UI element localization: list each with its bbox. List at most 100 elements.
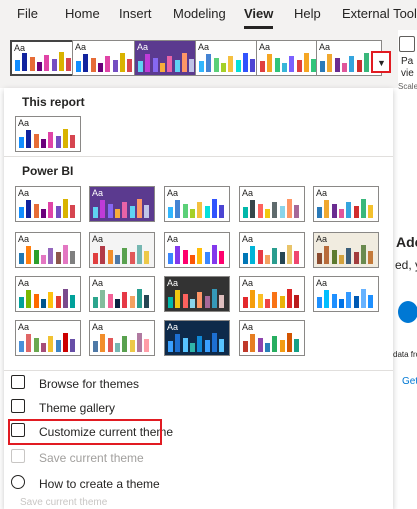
power-bi-theme-tile[interactable]: Aa [313, 276, 379, 312]
theme-preview-bars [243, 198, 301, 218]
theme-color-swatch [257, 250, 263, 264]
theme-preview-bars [317, 244, 375, 264]
theme-color-swatch [182, 250, 188, 264]
power-bi-theme-tile[interactable]: Aa [89, 232, 155, 268]
tab-help[interactable]: Help [294, 6, 321, 21]
how-to-create-theme-item[interactable]: How to create a theme [8, 472, 168, 496]
theme-color-swatch [70, 251, 76, 264]
theme-preview-label: Aa [259, 42, 271, 52]
theme-color-swatch [19, 253, 24, 264]
theme-color-swatch [129, 252, 135, 264]
theme-preview-bars [19, 128, 77, 148]
theme-strip-tile[interactable]: Aa [256, 40, 322, 76]
theme-color-swatch [353, 206, 359, 218]
theme-color-swatch [107, 250, 113, 264]
tab-file[interactable]: File [17, 6, 38, 21]
theme-color-swatch [338, 299, 344, 308]
theme-color-swatch [250, 290, 256, 308]
theme-preview-label: Aa [92, 188, 104, 198]
theme-color-swatch [219, 295, 225, 308]
theme-color-swatch [40, 255, 46, 264]
page-view-icon[interactable] [399, 36, 415, 52]
theme-strip-tile[interactable]: Aa [134, 40, 200, 76]
power-bi-theme-tile[interactable]: Aa [164, 320, 230, 356]
this-report-theme-tile[interactable]: Aa [15, 116, 81, 152]
power-bi-theme-tile[interactable]: Aa [239, 320, 305, 356]
theme-color-swatch [76, 61, 81, 72]
theme-color-swatch [114, 299, 120, 308]
folder-open-icon [11, 375, 25, 389]
power-bi-theme-tile[interactable]: Aa [239, 232, 305, 268]
theme-color-swatch [114, 255, 120, 264]
browse-for-themes-item[interactable]: Browse for themes [8, 372, 168, 396]
theme-preview-bars [168, 332, 226, 352]
theme-color-swatch [168, 341, 173, 352]
theme-color-swatch [26, 130, 32, 148]
theme-strip-tile[interactable]: Aa [195, 40, 261, 76]
power-bi-theme-tile[interactable]: Aa [164, 232, 230, 268]
power-bi-theme-tile[interactable]: Aa [15, 186, 81, 222]
theme-color-swatch [107, 204, 113, 218]
theme-preview-label: Aa [167, 188, 179, 198]
theme-color-swatch [260, 61, 265, 72]
theme-strip-tile[interactable]: Aa [10, 40, 76, 76]
theme-strip-tile[interactable]: Aa [72, 40, 138, 76]
theme-color-swatch [199, 61, 204, 72]
theme-color-swatch [228, 56, 234, 72]
get-link[interactable]: Get [402, 376, 417, 387]
sql-icon[interactable] [398, 301, 417, 323]
tab-home[interactable]: Home [65, 6, 100, 21]
power-bi-theme-tile[interactable]: Aa [239, 186, 305, 222]
theme-color-swatch [264, 209, 270, 218]
theme-color-swatch [62, 129, 68, 148]
theme-color-swatch [122, 248, 128, 264]
theme-preview-bars [93, 198, 151, 218]
theme-color-swatch [346, 248, 352, 264]
theme-color-swatch [286, 245, 292, 264]
theme-color-swatch [353, 296, 359, 308]
theme-color-swatch [279, 252, 285, 264]
theme-color-swatch [144, 205, 150, 218]
power-bi-theme-tile[interactable]: Aa [89, 186, 155, 222]
theme-preview-bars [320, 52, 378, 72]
tab-external-tools[interactable]: External Tools [342, 6, 417, 21]
power-bi-theme-tile[interactable]: Aa [313, 186, 379, 222]
theme-preview-bars [19, 244, 77, 264]
theme-color-swatch [175, 334, 181, 352]
divider [4, 156, 393, 157]
theme-color-swatch [83, 54, 89, 72]
power-bi-theme-tile[interactable]: Aa [15, 276, 81, 312]
theme-gallery-item[interactable]: Theme gallery [8, 396, 168, 420]
theme-color-swatch [243, 297, 248, 308]
power-bi-theme-tile[interactable]: Aa [164, 276, 230, 312]
theme-color-swatch [189, 343, 195, 352]
theme-color-swatch [243, 341, 248, 352]
theme-color-swatch [159, 63, 165, 72]
power-bi-theme-tile[interactable]: Aa [15, 320, 81, 356]
power-bi-theme-tile[interactable]: Aa [239, 276, 305, 312]
expand-themes-button[interactable]: ▼ [371, 51, 391, 73]
theme-color-swatch [250, 334, 256, 352]
theme-color-swatch [219, 205, 225, 218]
theme-color-swatch [360, 245, 366, 264]
power-bi-theme-tile[interactable]: Aa [164, 186, 230, 222]
tab-insert[interactable]: Insert [119, 6, 152, 21]
power-bi-theme-tile[interactable]: Aa [89, 276, 155, 312]
power-bi-theme-tile[interactable]: Aa [15, 232, 81, 268]
tab-modeling[interactable]: Modeling [173, 6, 226, 21]
power-bi-theme-tile[interactable]: Aa [89, 320, 155, 356]
theme-color-swatch [189, 209, 195, 218]
theme-color-swatch [175, 290, 181, 308]
theme-color-swatch [167, 56, 173, 72]
theme-color-swatch [182, 204, 188, 218]
theme-color-swatch [100, 290, 106, 308]
tab-view[interactable]: View [244, 6, 273, 21]
add-heading: Adc [396, 234, 417, 250]
power-bi-theme-tile[interactable]: Aa [313, 232, 379, 268]
added-text: ed, yo [395, 258, 417, 272]
ghost-save-text: Save current theme [20, 497, 108, 508]
theme-color-swatch [213, 58, 219, 72]
theme-color-swatch [144, 251, 150, 264]
theme-preview-bars [93, 244, 151, 264]
active-tab-indicator [244, 26, 273, 29]
